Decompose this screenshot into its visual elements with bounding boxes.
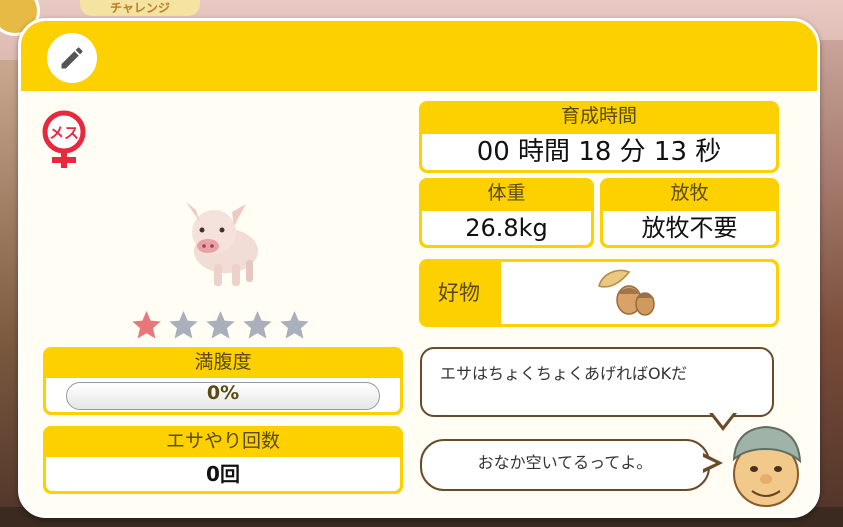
growth-time-panel: 育成時間 00 時間 18 分 13 秒 — [419, 101, 779, 173]
star-filled-icon — [132, 310, 161, 339]
weight-panel: 体重 26.8kg — [419, 178, 594, 248]
star-empty-icon — [206, 310, 235, 339]
star-empty-icon — [169, 310, 198, 339]
gender-label: メス — [49, 124, 79, 142]
speech-tail-2-inner — [701, 456, 716, 470]
fullness-panel: 満腹度 0% — [43, 347, 403, 415]
rating-stars — [129, 308, 312, 342]
grazing-panel: 放牧 放牧不要 — [600, 178, 779, 248]
favorite-food-value — [501, 262, 776, 324]
pig-image — [186, 202, 258, 286]
speech-bubble-hungry: おなか空いてるってよ。 — [420, 439, 710, 491]
card-header — [21, 21, 817, 91]
edit-button[interactable] — [47, 33, 97, 83]
fullness-label: 満腹度 — [194, 351, 252, 373]
weight-label: 体重 — [487, 182, 526, 204]
feed-count-label: エサやり回数 — [165, 430, 280, 452]
background-challenge-badge: チャレンジ — [80, 0, 200, 16]
grazing-value: 放牧不要 — [603, 211, 776, 245]
favorite-food-label: 好物 — [438, 281, 480, 305]
feed-count-value: 0回 — [46, 457, 400, 491]
fullness-value-area: 0% — [46, 378, 400, 412]
star-empty-icon — [243, 310, 272, 339]
star-empty-icon — [280, 310, 309, 339]
weight-value: 26.8kg — [422, 211, 591, 245]
acorn-icon — [598, 269, 655, 316]
female-icon: メス — [42, 110, 86, 168]
fullness-percent: 0% — [206, 382, 240, 404]
favorite-food-panel: 好物 — [419, 259, 779, 327]
grazing-label: 放牧 — [670, 182, 709, 204]
feed-count-panel: エサやり回数 0回 — [43, 426, 403, 494]
pencil-icon — [61, 47, 83, 69]
growth-time-value: 00 時間 18 分 13 秒 — [422, 134, 776, 170]
pet-status-card: メス 満腹度 0% エサやり回数 0回 育成時間 00 時間 18 分 13 秒 — [18, 18, 820, 518]
growth-time-label: 育成時間 — [560, 105, 637, 127]
speech-bubble-hint: エサはちょくちょくあげればOKだ — [420, 347, 774, 417]
farmer-avatar — [732, 425, 802, 507]
